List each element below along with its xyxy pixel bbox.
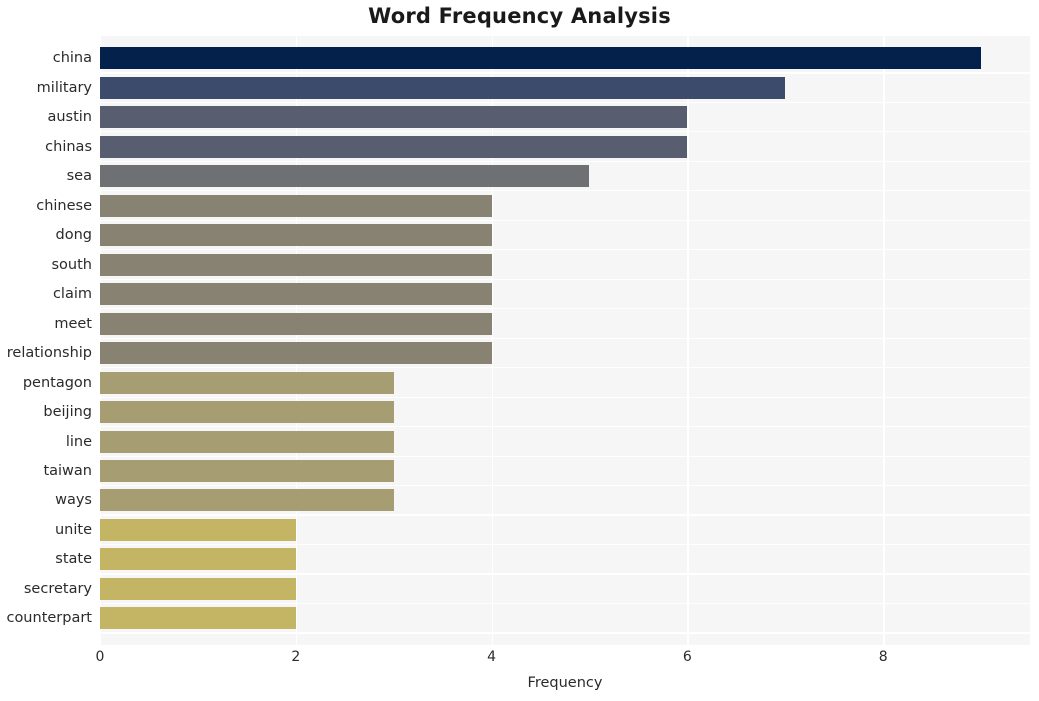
y-tick-label: chinese bbox=[36, 197, 92, 214]
bar[interactable] bbox=[100, 76, 786, 99]
bar[interactable] bbox=[100, 342, 492, 365]
bar[interactable] bbox=[100, 607, 296, 630]
y-tick-label: unite bbox=[54, 521, 92, 538]
y-gridline bbox=[100, 543, 1030, 546]
y-tick-label: secretary bbox=[23, 580, 92, 597]
bar[interactable] bbox=[100, 165, 590, 188]
chart-figure: Word Frequency Analysis Frequency china m… bbox=[0, 0, 1039, 701]
bar[interactable] bbox=[100, 577, 296, 600]
y-gridline bbox=[100, 131, 1030, 133]
x-gridline bbox=[687, 36, 689, 645]
bar[interactable] bbox=[100, 489, 394, 512]
y-tick-label: military bbox=[36, 79, 92, 96]
y-tick-label: south bbox=[51, 256, 93, 273]
y-tick-label: counterpart bbox=[6, 610, 92, 627]
y-gridline bbox=[100, 190, 1030, 192]
y-gridline bbox=[100, 101, 1030, 103]
bar[interactable] bbox=[100, 47, 982, 70]
y-tick-label: taiwan bbox=[43, 463, 92, 479]
y-gridline bbox=[100, 455, 1030, 457]
chart-title: Word Frequency Analysis bbox=[368, 4, 671, 28]
y-tick-label: dong bbox=[55, 227, 92, 244]
x-tick-label: 4 bbox=[487, 649, 497, 665]
bar[interactable] bbox=[100, 548, 296, 571]
y-gridline bbox=[100, 602, 1030, 605]
bar[interactable] bbox=[100, 135, 688, 158]
bar[interactable] bbox=[100, 106, 688, 129]
y-tick-label: claim bbox=[52, 286, 92, 303]
x-gridline bbox=[883, 36, 885, 645]
bar[interactable] bbox=[100, 253, 492, 276]
bar[interactable] bbox=[100, 312, 492, 335]
y-tick-label: relationship bbox=[6, 345, 92, 362]
y-gridline bbox=[100, 337, 1030, 339]
bar[interactable] bbox=[100, 430, 394, 453]
y-gridline bbox=[100, 396, 1030, 398]
plot-area bbox=[100, 36, 1030, 645]
y-gridline bbox=[100, 278, 1030, 280]
y-tick-label: line bbox=[65, 433, 92, 450]
y-gridline bbox=[100, 249, 1030, 251]
y-gridline bbox=[100, 485, 1030, 487]
y-gridline bbox=[100, 426, 1030, 428]
y-gridline bbox=[100, 72, 1030, 74]
y-gridline bbox=[100, 219, 1030, 221]
y-tick-label: beijing bbox=[43, 404, 92, 421]
y-gridline bbox=[100, 632, 1030, 634]
x-axis-title: Frequency bbox=[527, 675, 603, 691]
bar[interactable] bbox=[100, 518, 296, 541]
x-tick-label: 2 bbox=[291, 649, 301, 665]
y-tick-label: austin bbox=[47, 109, 92, 126]
y-tick-label: pentagon bbox=[22, 374, 92, 391]
y-tick-label: ways bbox=[55, 492, 92, 509]
bar[interactable] bbox=[100, 224, 492, 247]
y-tick-label: chinas bbox=[45, 138, 92, 155]
bar[interactable] bbox=[100, 283, 492, 306]
y-tick-label: state bbox=[55, 551, 92, 568]
bar[interactable] bbox=[100, 194, 492, 217]
y-tick-label: sea bbox=[66, 168, 92, 185]
y-tick-label: meet bbox=[54, 315, 92, 332]
y-gridline bbox=[100, 573, 1030, 575]
y-gridline bbox=[100, 514, 1030, 516]
y-tick-label: china bbox=[52, 50, 92, 67]
bar[interactable] bbox=[100, 401, 394, 424]
x-tick-label: 8 bbox=[878, 649, 888, 665]
y-gridline bbox=[100, 367, 1030, 369]
bar[interactable] bbox=[100, 371, 394, 394]
bar[interactable] bbox=[100, 460, 394, 482]
y-gridline bbox=[100, 308, 1030, 310]
y-gridline bbox=[100, 160, 1030, 162]
x-tick-label: 6 bbox=[682, 649, 692, 665]
x-tick-label: 0 bbox=[95, 649, 105, 665]
